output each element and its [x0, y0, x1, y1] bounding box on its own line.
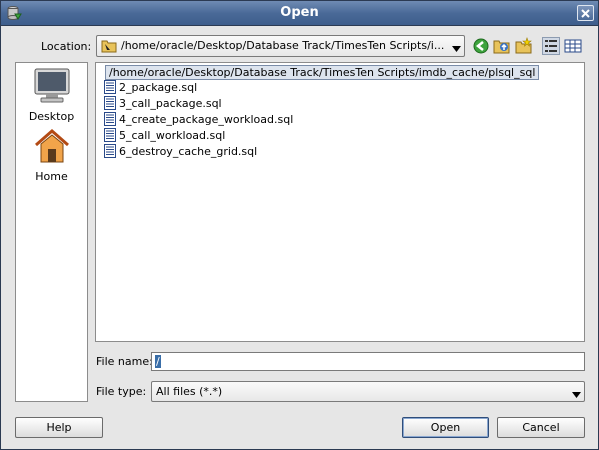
home-icon — [34, 129, 69, 163]
chevron-down-icon[interactable] — [452, 42, 461, 55]
sql-file-icon — [104, 144, 116, 163]
place-home-label: Home — [35, 170, 68, 183]
list-item[interactable]: 3_call_package.sql — [104, 96, 222, 112]
file-list[interactable]: /home/oracle/Desktop/Database Track/Time… — [95, 62, 585, 342]
list-item[interactable]: 2_package.sql — [104, 80, 197, 96]
chevron-down-icon[interactable] — [572, 388, 581, 401]
details-view-icon[interactable] — [564, 37, 582, 55]
open-button[interactable]: Open — [402, 417, 489, 438]
place-desktop[interactable]: Desktop — [16, 67, 87, 123]
help-button[interactable]: Help — [15, 417, 103, 438]
file-name: 6_destroy_cache_grid.sql — [119, 145, 258, 158]
file-type-label: File type: — [96, 385, 147, 398]
list-view-icon[interactable] — [542, 37, 560, 55]
file-name-field[interactable]: / — [151, 352, 585, 371]
title-bar[interactable]: Open — [1, 1, 598, 26]
file-name-value: / — [155, 355, 161, 368]
file-name: 2_package.sql — [119, 81, 198, 94]
location-value: /home/oracle/Desktop/Database Track/Time… — [121, 39, 445, 52]
places-sidebar: Desktop Home — [15, 62, 88, 402]
folder-icon — [101, 39, 117, 53]
open-dialog: Open Location: /home/oracle/Desktop/Data… — [0, 0, 599, 450]
up-folder-icon[interactable] — [493, 37, 511, 55]
list-item[interactable]: 6_destroy_cache_grid.sql — [104, 144, 257, 160]
place-home[interactable]: Home — [16, 127, 87, 183]
desktop-icon — [34, 68, 69, 103]
file-name-label: File name: — [96, 355, 153, 368]
list-item[interactable]: 4_create_package_workload.sql — [104, 112, 293, 128]
file-name: 4_create_package_workload.sql — [119, 113, 294, 126]
back-icon[interactable] — [472, 37, 490, 55]
cancel-button[interactable]: Cancel — [497, 417, 585, 438]
file-name: 3_call_package.sql — [119, 97, 222, 110]
close-icon — [581, 8, 590, 18]
list-item[interactable]: 5_call_workload.sql — [104, 128, 225, 144]
new-folder-icon[interactable] — [515, 37, 533, 55]
close-button[interactable] — [577, 5, 594, 21]
path-popup[interactable]: /home/oracle/Desktop/Database Track/Time… — [105, 65, 540, 80]
file-name: 5_call_workload.sql — [119, 129, 226, 142]
file-type-value: All files (*.*) — [156, 385, 223, 398]
place-desktop-label: Desktop — [28, 110, 75, 123]
file-type-select[interactable]: All files (*.*) — [151, 381, 585, 402]
location-label: Location: — [41, 40, 92, 53]
window-title: Open — [280, 5, 319, 20]
location-combo[interactable]: /home/oracle/Desktop/Database Track/Time… — [96, 35, 465, 57]
